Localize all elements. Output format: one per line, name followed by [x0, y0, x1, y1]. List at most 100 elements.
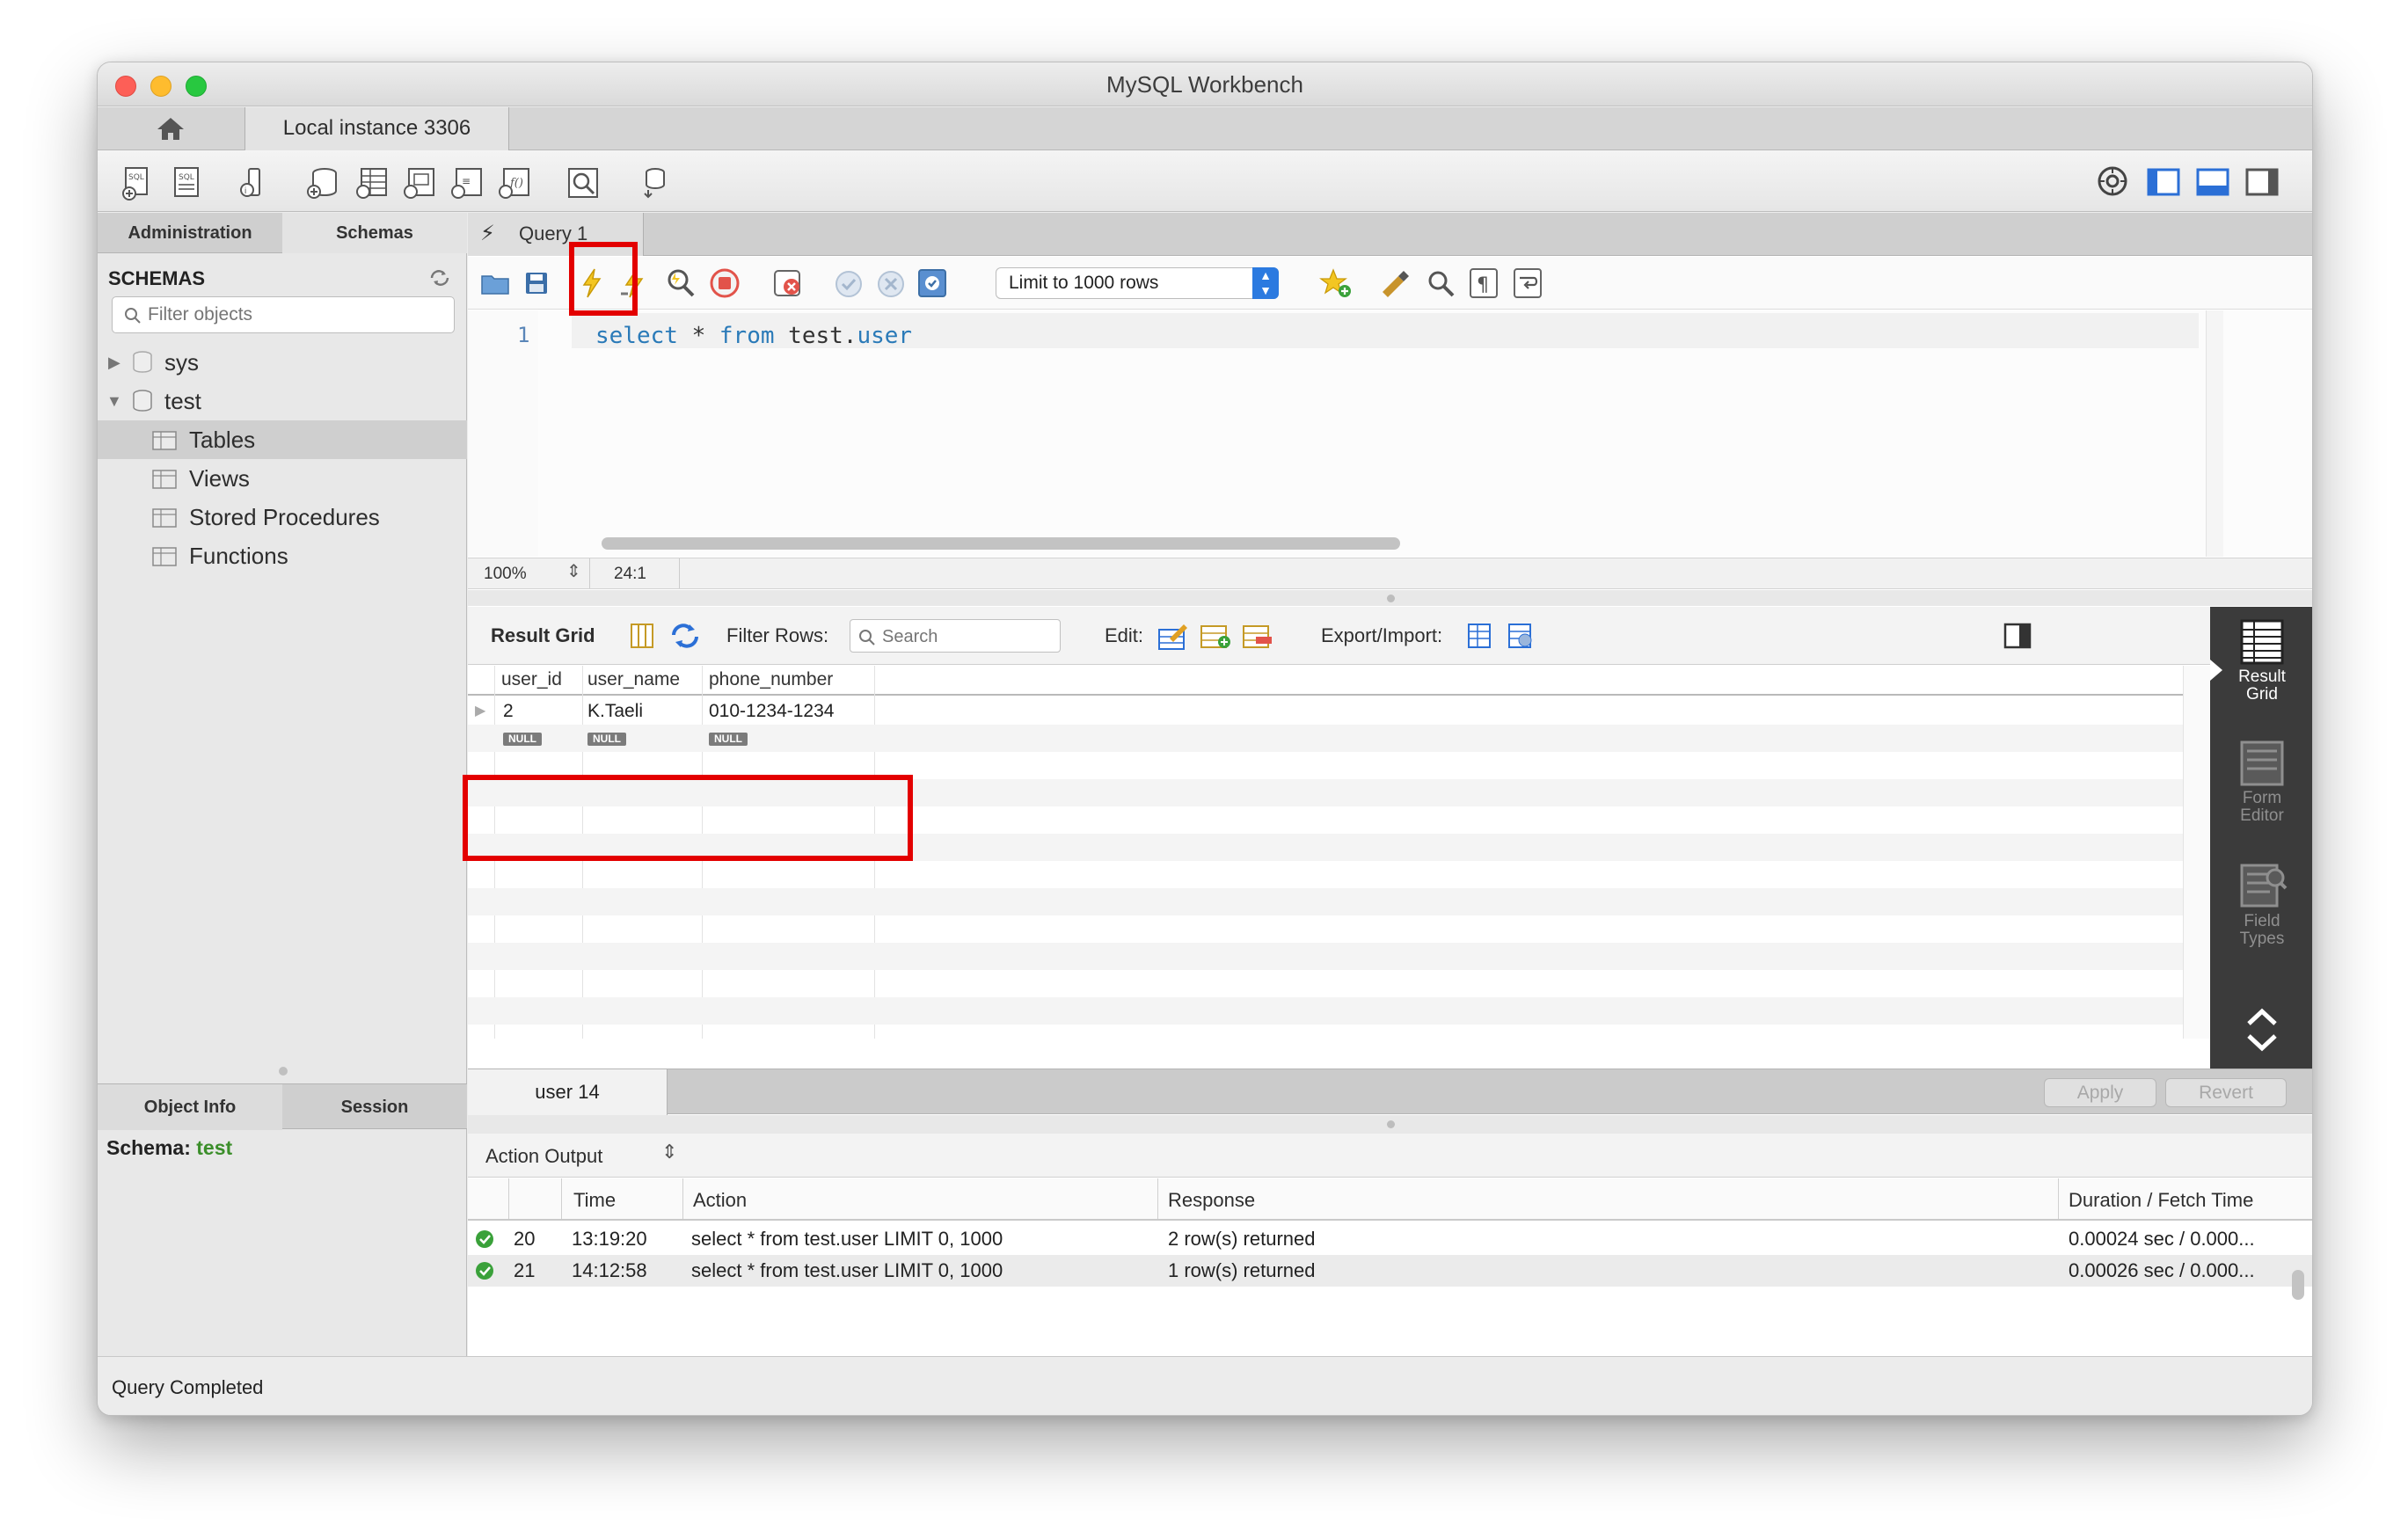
database-icon	[133, 351, 152, 373]
apply-button[interactable]: Apply	[2044, 1078, 2156, 1107]
schema-info: Schema: test	[106, 1136, 232, 1160]
column-header-user-id[interactable]: user_id	[501, 669, 562, 690]
beautify-query-icon[interactable]	[1379, 267, 1412, 299]
svg-text:SQL: SQL	[179, 173, 194, 182]
cell-phone-number[interactable]: 010-1234-1234	[709, 697, 834, 725]
output-row[interactable]: 20 13:19:20 select * from test.user LIMI…	[468, 1223, 2312, 1255]
column-header-duration[interactable]: Duration / Fetch Time	[2069, 1189, 2253, 1212]
create-table-icon[interactable]	[354, 165, 390, 201]
create-function-icon[interactable]: f()	[497, 165, 532, 201]
more-views-chevron-icon[interactable]	[2244, 1004, 2280, 1055]
tree-item-tables[interactable]: Tables	[98, 420, 467, 459]
splitter-handle[interactable]	[1387, 1120, 1395, 1128]
output-response: 1 row(s) returned	[1168, 1259, 1316, 1281]
grid-columns-icon[interactable]	[630, 623, 654, 649]
column-header-user-name[interactable]: user_name	[587, 669, 680, 690]
add-snippet-icon[interactable]	[1319, 267, 1353, 299]
sql-code-line[interactable]: select * from test.user	[595, 323, 912, 349]
tab-object-info[interactable]: Object Info	[98, 1084, 282, 1130]
tab-schemas[interactable]: Schemas	[282, 213, 467, 253]
filter-rows-input[interactable]	[882, 624, 1049, 649]
output-select-arrows-icon[interactable]: ⇕	[661, 1141, 677, 1163]
edit-current-row-icon[interactable]	[1157, 621, 1189, 651]
refresh-schemas-icon[interactable]	[428, 269, 451, 287]
refresh-results-icon[interactable]	[670, 623, 700, 649]
preferences-icon[interactable]	[2096, 164, 2129, 198]
find-replace-icon[interactable]	[1427, 269, 1456, 299]
sidebar: Administration Schemas SCHEMAS ▶ sys ▼ t…	[98, 213, 467, 1356]
commit-icon[interactable]	[834, 269, 864, 299]
filter-rows-field[interactable]	[850, 619, 1061, 653]
explain-query-icon[interactable]	[665, 267, 697, 299]
connection-tab[interactable]: Local instance 3306	[245, 107, 509, 150]
column-header-response[interactable]: Response	[1168, 1189, 1255, 1212]
create-procedure-icon[interactable]: ≡	[449, 165, 485, 201]
collapse-arrow-icon[interactable]: ▼	[106, 382, 122, 420]
output-type-select[interactable]: Action Output	[485, 1145, 602, 1168]
main-toolbar: SQL SQL i ≡ f()	[98, 150, 2312, 212]
new-sql-tab-icon[interactable]: SQL	[120, 165, 156, 201]
output-scrollbar[interactable]	[2292, 1270, 2304, 1300]
editor-vertical-scrollbar[interactable]	[2206, 310, 2223, 557]
sidebar-splitter-handle[interactable]	[279, 1067, 288, 1076]
search-table-data-icon[interactable]	[566, 165, 601, 201]
insert-new-row-icon[interactable]	[1200, 621, 1231, 651]
output-row[interactable]: 21 14:12:58 select * from test.user LIMI…	[468, 1255, 2312, 1287]
table-row[interactable]: ▶ 2 K.Taeli 010-1234-1234	[468, 697, 2183, 725]
revert-button[interactable]: Revert	[2165, 1078, 2287, 1107]
cell-phone-number[interactable]: NULL	[709, 725, 748, 752]
reconnect-icon[interactable]	[636, 165, 671, 201]
schema-item-test[interactable]: ▼ test	[98, 382, 467, 420]
rollback-icon[interactable]	[876, 269, 906, 299]
grid-scrollbar-track[interactable]	[2183, 666, 2210, 1039]
column-header-time[interactable]: Time	[573, 1189, 616, 1212]
filter-objects-field[interactable]	[112, 296, 455, 333]
toggle-sidebar-icon[interactable]	[2147, 168, 2180, 196]
result-grid-view-button[interactable]: Result Grid	[2210, 619, 2312, 704]
editor-horizontal-scrollbar[interactable]	[602, 537, 1400, 550]
auto-commit-icon[interactable]	[916, 267, 948, 299]
save-icon[interactable]	[524, 271, 549, 295]
tree-item-functions[interactable]: Functions	[98, 536, 467, 575]
result-output-splitter[interactable]	[468, 1115, 2312, 1134]
table-row-new[interactable]: NULL NULL NULL	[468, 725, 2183, 752]
field-types-view-button[interactable]: Field Types	[2210, 864, 2312, 948]
inspector-icon[interactable]: i	[237, 165, 272, 201]
filter-objects-input[interactable]	[148, 302, 438, 328]
create-schema-icon[interactable]	[305, 165, 340, 201]
sql-editor[interactable]: 1 select * from test.user	[468, 310, 2312, 557]
column-header-action[interactable]: Action	[693, 1189, 747, 1212]
cell-user-id[interactable]: NULL	[503, 725, 542, 752]
create-view-icon[interactable]	[402, 165, 437, 201]
word-wrap-icon[interactable]	[1513, 267, 1543, 299]
delete-row-icon[interactable]	[1242, 621, 1273, 651]
limit-rows-select[interactable]: Limit to 1000 rows ▲ ▼	[996, 267, 1279, 299]
toggle-result-panel-icon[interactable]	[2003, 623, 2032, 649]
splitter-handle[interactable]	[1387, 594, 1395, 602]
column-header-phone-number[interactable]: phone_number	[709, 669, 833, 690]
home-tab[interactable]	[98, 107, 245, 150]
open-file-icon[interactable]	[480, 271, 510, 295]
open-sql-script-icon[interactable]: SQL	[170, 165, 205, 201]
toggle-continue-on-error-icon[interactable]	[772, 267, 804, 299]
tab-administration[interactable]: Administration	[98, 213, 282, 253]
toggle-secondary-sidebar-icon[interactable]	[2245, 168, 2279, 196]
invisible-characters-icon[interactable]: ¶	[1469, 267, 1499, 299]
tree-item-label: Functions	[189, 543, 288, 569]
expand-arrow-icon[interactable]: ▶	[108, 343, 120, 382]
export-results-icon[interactable]	[1463, 621, 1495, 651]
zoom-stepper-icon[interactable]: ⇕	[566, 560, 581, 582]
tree-item-stored-procedures[interactable]: Stored Procedures	[98, 498, 467, 536]
form-editor-view-button[interactable]: Form Editor	[2210, 740, 2312, 825]
stop-query-icon[interactable]	[709, 267, 741, 299]
tree-item-views[interactable]: Views	[98, 459, 467, 498]
result-tab-user-14[interactable]: user 14	[468, 1069, 668, 1115]
cell-user-id[interactable]: 2	[503, 697, 514, 725]
tab-session[interactable]: Session	[282, 1084, 467, 1130]
cell-user-name[interactable]: K.Taeli	[587, 697, 643, 725]
editor-result-splitter[interactable]	[468, 590, 2312, 606]
cell-user-name[interactable]: NULL	[587, 725, 626, 752]
schema-item-sys[interactable]: ▶ sys	[98, 343, 467, 382]
toggle-output-icon[interactable]	[2196, 168, 2229, 196]
import-records-icon[interactable]	[1504, 621, 1536, 651]
